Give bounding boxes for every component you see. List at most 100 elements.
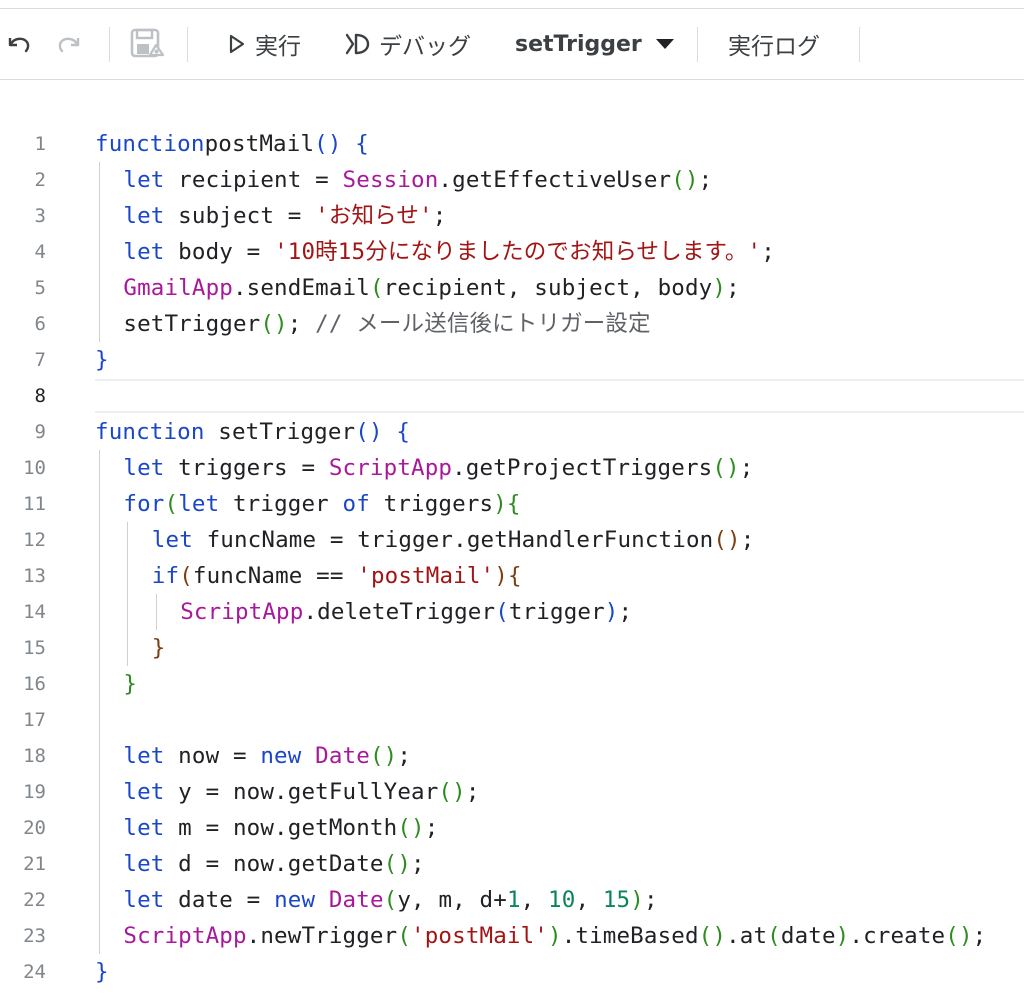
code-token: date =: [164, 887, 275, 913]
code-token: }: [95, 959, 109, 985]
code-token: (): [260, 311, 288, 337]
line-number: 16: [23, 673, 46, 695]
code-line[interactable]: 8: [0, 378, 1024, 414]
code-token: let: [123, 167, 165, 193]
run-button[interactable]: 実行: [227, 9, 301, 79]
code-token: }: [95, 347, 109, 373]
indent-guide: [99, 450, 100, 486]
code-token: .newTrigger: [246, 923, 398, 949]
line-number: 13: [23, 565, 46, 587]
code-line[interactable]: 13 if(funcName == 'postMail'){: [0, 558, 1024, 594]
code-token: for: [123, 491, 165, 517]
code-token: funcName = trigger.getHandlerFunction: [192, 527, 714, 553]
function-selector-value: setTrigger: [515, 31, 642, 57]
code-line[interactable]: 7}: [0, 342, 1024, 378]
code-token: ;: [972, 923, 987, 949]
line-number: 23: [23, 925, 46, 947]
code-token: 10: [548, 887, 576, 913]
line-number: 17: [23, 709, 46, 731]
code-token: ): [630, 887, 644, 913]
code-token: ): [494, 563, 508, 589]
code-token: of: [342, 491, 370, 517]
code-token: 1: [506, 887, 521, 913]
code-token: (): [314, 131, 342, 157]
code-token: {: [396, 419, 411, 445]
execution-log-button[interactable]: 実行ログ: [728, 9, 820, 79]
code-token: ScriptApp: [123, 923, 247, 949]
line-number: 15: [23, 637, 46, 659]
code-token: 'postMail': [411, 923, 548, 949]
code-line[interactable]: 1 functionpostMail() {: [0, 126, 1024, 162]
code-text: let y = now.getFullYear();: [123, 774, 479, 810]
code-line[interactable]: 15}: [0, 630, 1024, 666]
code-text: let triggers = ScriptApp.getProjectTrigg…: [123, 450, 753, 486]
debug-icon: [345, 33, 370, 55]
save-button[interactable]: [130, 9, 166, 79]
code-text: }: [95, 954, 109, 990]
line-number: 4: [34, 241, 46, 263]
code-token: 'お知らせ': [315, 203, 433, 229]
function-selector-dropdown[interactable]: setTrigger: [515, 9, 676, 79]
undo-button[interactable]: [6, 9, 32, 79]
code-text: let recipient = Session.getEffectiveUser…: [123, 162, 712, 198]
code-token: postMail: [204, 131, 315, 157]
code-line[interactable]: 22 let date = new Date(y, m, d+1, 10, 15)…: [0, 882, 1024, 918]
code-token: {: [355, 131, 369, 157]
code-line[interactable]: 11 for(let trigger of triggers){: [0, 486, 1024, 522]
code-text: ScriptApp.deleteTrigger(trigger);: [180, 594, 632, 630]
code-line[interactable]: 20 let m = now.getMonth();: [0, 810, 1024, 846]
line-number: 21: [23, 853, 46, 875]
code-text: let date = new Date(y, m, d+1, 10, 15);: [123, 882, 657, 918]
code-token: new: [274, 887, 316, 913]
code-line[interactable]: 24}: [0, 954, 1024, 990]
code-line[interactable]: 12 let funcName = trigger.getHandlerFunct…: [0, 522, 1024, 558]
code-editor[interactable]: 1 functionpostMail() {2 let recipient = Se…: [0, 81, 1024, 999]
line-number: 1: [34, 133, 46, 155]
code-token: (): [369, 743, 398, 769]
indent-guide: [99, 774, 100, 810]
code-line[interactable]: 16}: [0, 666, 1024, 702]
code-line[interactable]: 17: [0, 702, 1024, 738]
code-text: let body = '10時15分になりましたのでお知らせします。';: [123, 234, 775, 270]
code-text: let d = now.getDate();: [123, 846, 424, 882]
line-number: 18: [23, 745, 46, 767]
code-line[interactable]: 4 let body = '10時15分になりましたのでお知らせします。';: [0, 234, 1024, 270]
code-line[interactable]: 9 function setTrigger() {: [0, 414, 1024, 450]
code-line[interactable]: 14 ScriptApp.deleteTrigger(trigger);: [0, 594, 1024, 630]
code-text: let m = now.getMonth();: [123, 810, 438, 846]
code-line[interactable]: 3 let subject = 'お知らせ';: [0, 198, 1024, 234]
code-line[interactable]: 10 let triggers = ScriptApp.getProjectTri…: [0, 450, 1024, 486]
code-token: (): [438, 779, 466, 805]
code-token: ): [548, 923, 562, 949]
code-token: (): [712, 455, 740, 481]
code-token: (): [698, 923, 727, 949]
code-line[interactable]: 6 setTrigger(); // メール送信後にトリガー設定: [0, 306, 1024, 342]
debug-button[interactable]: デバッグ: [343, 9, 471, 79]
line-number: 14: [23, 601, 46, 623]
code-token: .sendEmail: [232, 275, 370, 301]
code-token: ;: [432, 203, 447, 229]
indent-guide: [155, 594, 157, 630]
code-token: ;: [424, 815, 439, 841]
code-token: ;: [411, 851, 425, 877]
code-line[interactable]: 5 GmailApp.sendEmail(recipient, subject, …: [0, 270, 1024, 306]
code-line[interactable]: 18 let now = new Date();: [0, 738, 1024, 774]
redo-button[interactable]: [56, 9, 82, 79]
code-token: body =: [164, 239, 275, 265]
code-line[interactable]: 23 ScriptApp.newTrigger('postMail').timeB…: [0, 918, 1024, 954]
code-line[interactable]: 21 let d = now.getDate();: [0, 846, 1024, 882]
indent-guide: [127, 594, 129, 630]
code-text: if(funcName == 'postMail'){: [152, 558, 522, 594]
code-line[interactable]: 2 let recipient = Session.getEffectiveUse…: [0, 162, 1024, 198]
indent-guide: [99, 702, 100, 738]
code-token: ScriptApp: [180, 599, 304, 625]
redo-icon: [58, 37, 80, 53]
run-label: 実行: [255, 34, 301, 60]
code-token: ;: [726, 275, 740, 301]
code-token: setTrigger: [123, 311, 261, 337]
code-token: (: [383, 887, 398, 913]
code-line[interactable]: 19 let y = now.getFullYear();: [0, 774, 1024, 810]
